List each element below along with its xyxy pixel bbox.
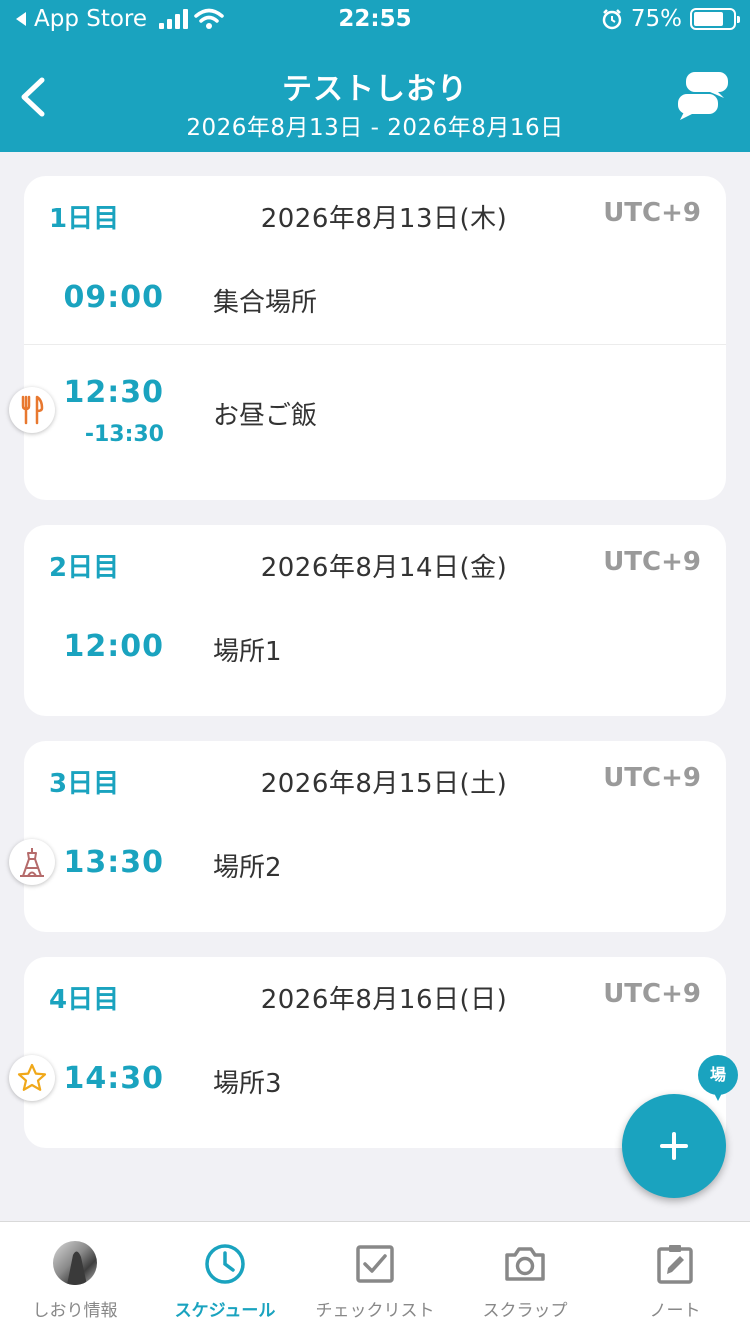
checkbox-icon (356, 1245, 394, 1283)
tab-label: スケジュール (174, 1301, 276, 1321)
item-place: 場所3 (213, 1069, 282, 1099)
item-start-time: 14:30 (63, 1061, 164, 1096)
item-start-time: 12:30 (63, 375, 164, 410)
schedule-item[interactable]: 13:30 場所2 (9, 825, 726, 909)
chat-bubbles-icon[interactable] (676, 70, 730, 122)
camera-icon (505, 1247, 545, 1281)
utensils-icon (21, 395, 44, 425)
day-label: 2日目 (49, 553, 120, 583)
status-right: 75% (601, 6, 740, 32)
day-timezone: UTC+9 (603, 979, 701, 1009)
tab-scrap[interactable]: スクラップ (450, 1222, 600, 1334)
day-timezone: UTC+9 (603, 198, 701, 228)
battery-percent: 75% (630, 6, 682, 32)
battery-icon (690, 8, 740, 30)
tab-label: ノート (649, 1301, 701, 1321)
clock-icon (205, 1244, 245, 1284)
item-start-time: 09:00 (63, 280, 164, 315)
item-end-time: -13:30 (84, 422, 164, 447)
day-timezone: UTC+9 (603, 763, 701, 793)
tab-label: チェックリスト (315, 1301, 435, 1321)
item-place: 場所2 (213, 853, 282, 883)
item-place: 場所1 (213, 637, 282, 667)
tab-schedule[interactable]: スケジュール (150, 1222, 300, 1334)
category-badge (9, 839, 55, 885)
tab-checklist[interactable]: チェックリスト (300, 1222, 450, 1334)
add-schedule-button[interactable] (622, 1094, 726, 1198)
item-start-time: 13:30 (63, 845, 164, 880)
day-date: 2026年8月14日(金) (260, 553, 508, 583)
schedule-item[interactable]: 14:30 場所3 (9, 1041, 726, 1125)
day-card[interactable]: 3日目 2026年8月15日(土) UTC+9 13:30 場所2 (9, 741, 726, 932)
day-card[interactable]: 2日目 2026年8月14日(金) UTC+9 12:00 場所1 (24, 525, 726, 716)
schedule-item[interactable]: 09:00 集合場所 (24, 260, 726, 344)
header-bar: App Store 22:55 75% テストしおり 2026年8月13日 - … (0, 0, 750, 152)
avatar (53, 1241, 97, 1285)
trip-date-range: 2026年8月13日 - 2026年8月16日 (186, 115, 564, 141)
tab-label: しおり情報 (32, 1301, 118, 1321)
tab-bar: しおり情報 スケジュール チェックリスト スクラップ ノート (0, 1221, 750, 1334)
item-start-time: 12:00 (63, 629, 164, 664)
day-label: 3日目 (49, 769, 120, 799)
page-title: テストしおり (282, 72, 468, 107)
day-date: 2026年8月16日(日) (260, 985, 508, 1015)
item-place: お昼ご飯 (213, 401, 318, 431)
schedule-item[interactable]: 12:30 -13:30 お昼ご飯 (9, 345, 726, 465)
day-date: 2026年8月13日(木) (260, 204, 508, 234)
star-icon (17, 1063, 47, 1091)
tab-trip-info[interactable]: しおり情報 (0, 1222, 150, 1334)
category-badge (9, 387, 55, 433)
place-pin-button[interactable]: 場 (698, 1055, 738, 1101)
day-date: 2026年8月15日(土) (260, 769, 508, 799)
day-card[interactable]: 1日目 2026年8月13日(木) UTC+9 09:00 集合場所 12:30… (9, 176, 726, 500)
note-edit-icon (657, 1245, 693, 1284)
item-place: 集合場所 (213, 288, 318, 318)
landmark-tower-icon (20, 848, 44, 877)
day-label: 1日目 (49, 204, 120, 234)
day-label: 4日目 (49, 985, 120, 1015)
tab-label: スクラップ (482, 1301, 568, 1321)
status-bar: App Store 22:55 75% (0, 0, 750, 40)
category-badge (9, 1055, 55, 1101)
day-timezone: UTC+9 (603, 547, 701, 577)
schedule-item[interactable]: 12:00 場所1 (24, 609, 726, 693)
day-card[interactable]: 4日目 2026年8月16日(日) UTC+9 14:30 場所3 (9, 957, 726, 1148)
alarm-icon (602, 9, 622, 30)
tab-note[interactable]: ノート (600, 1222, 750, 1334)
